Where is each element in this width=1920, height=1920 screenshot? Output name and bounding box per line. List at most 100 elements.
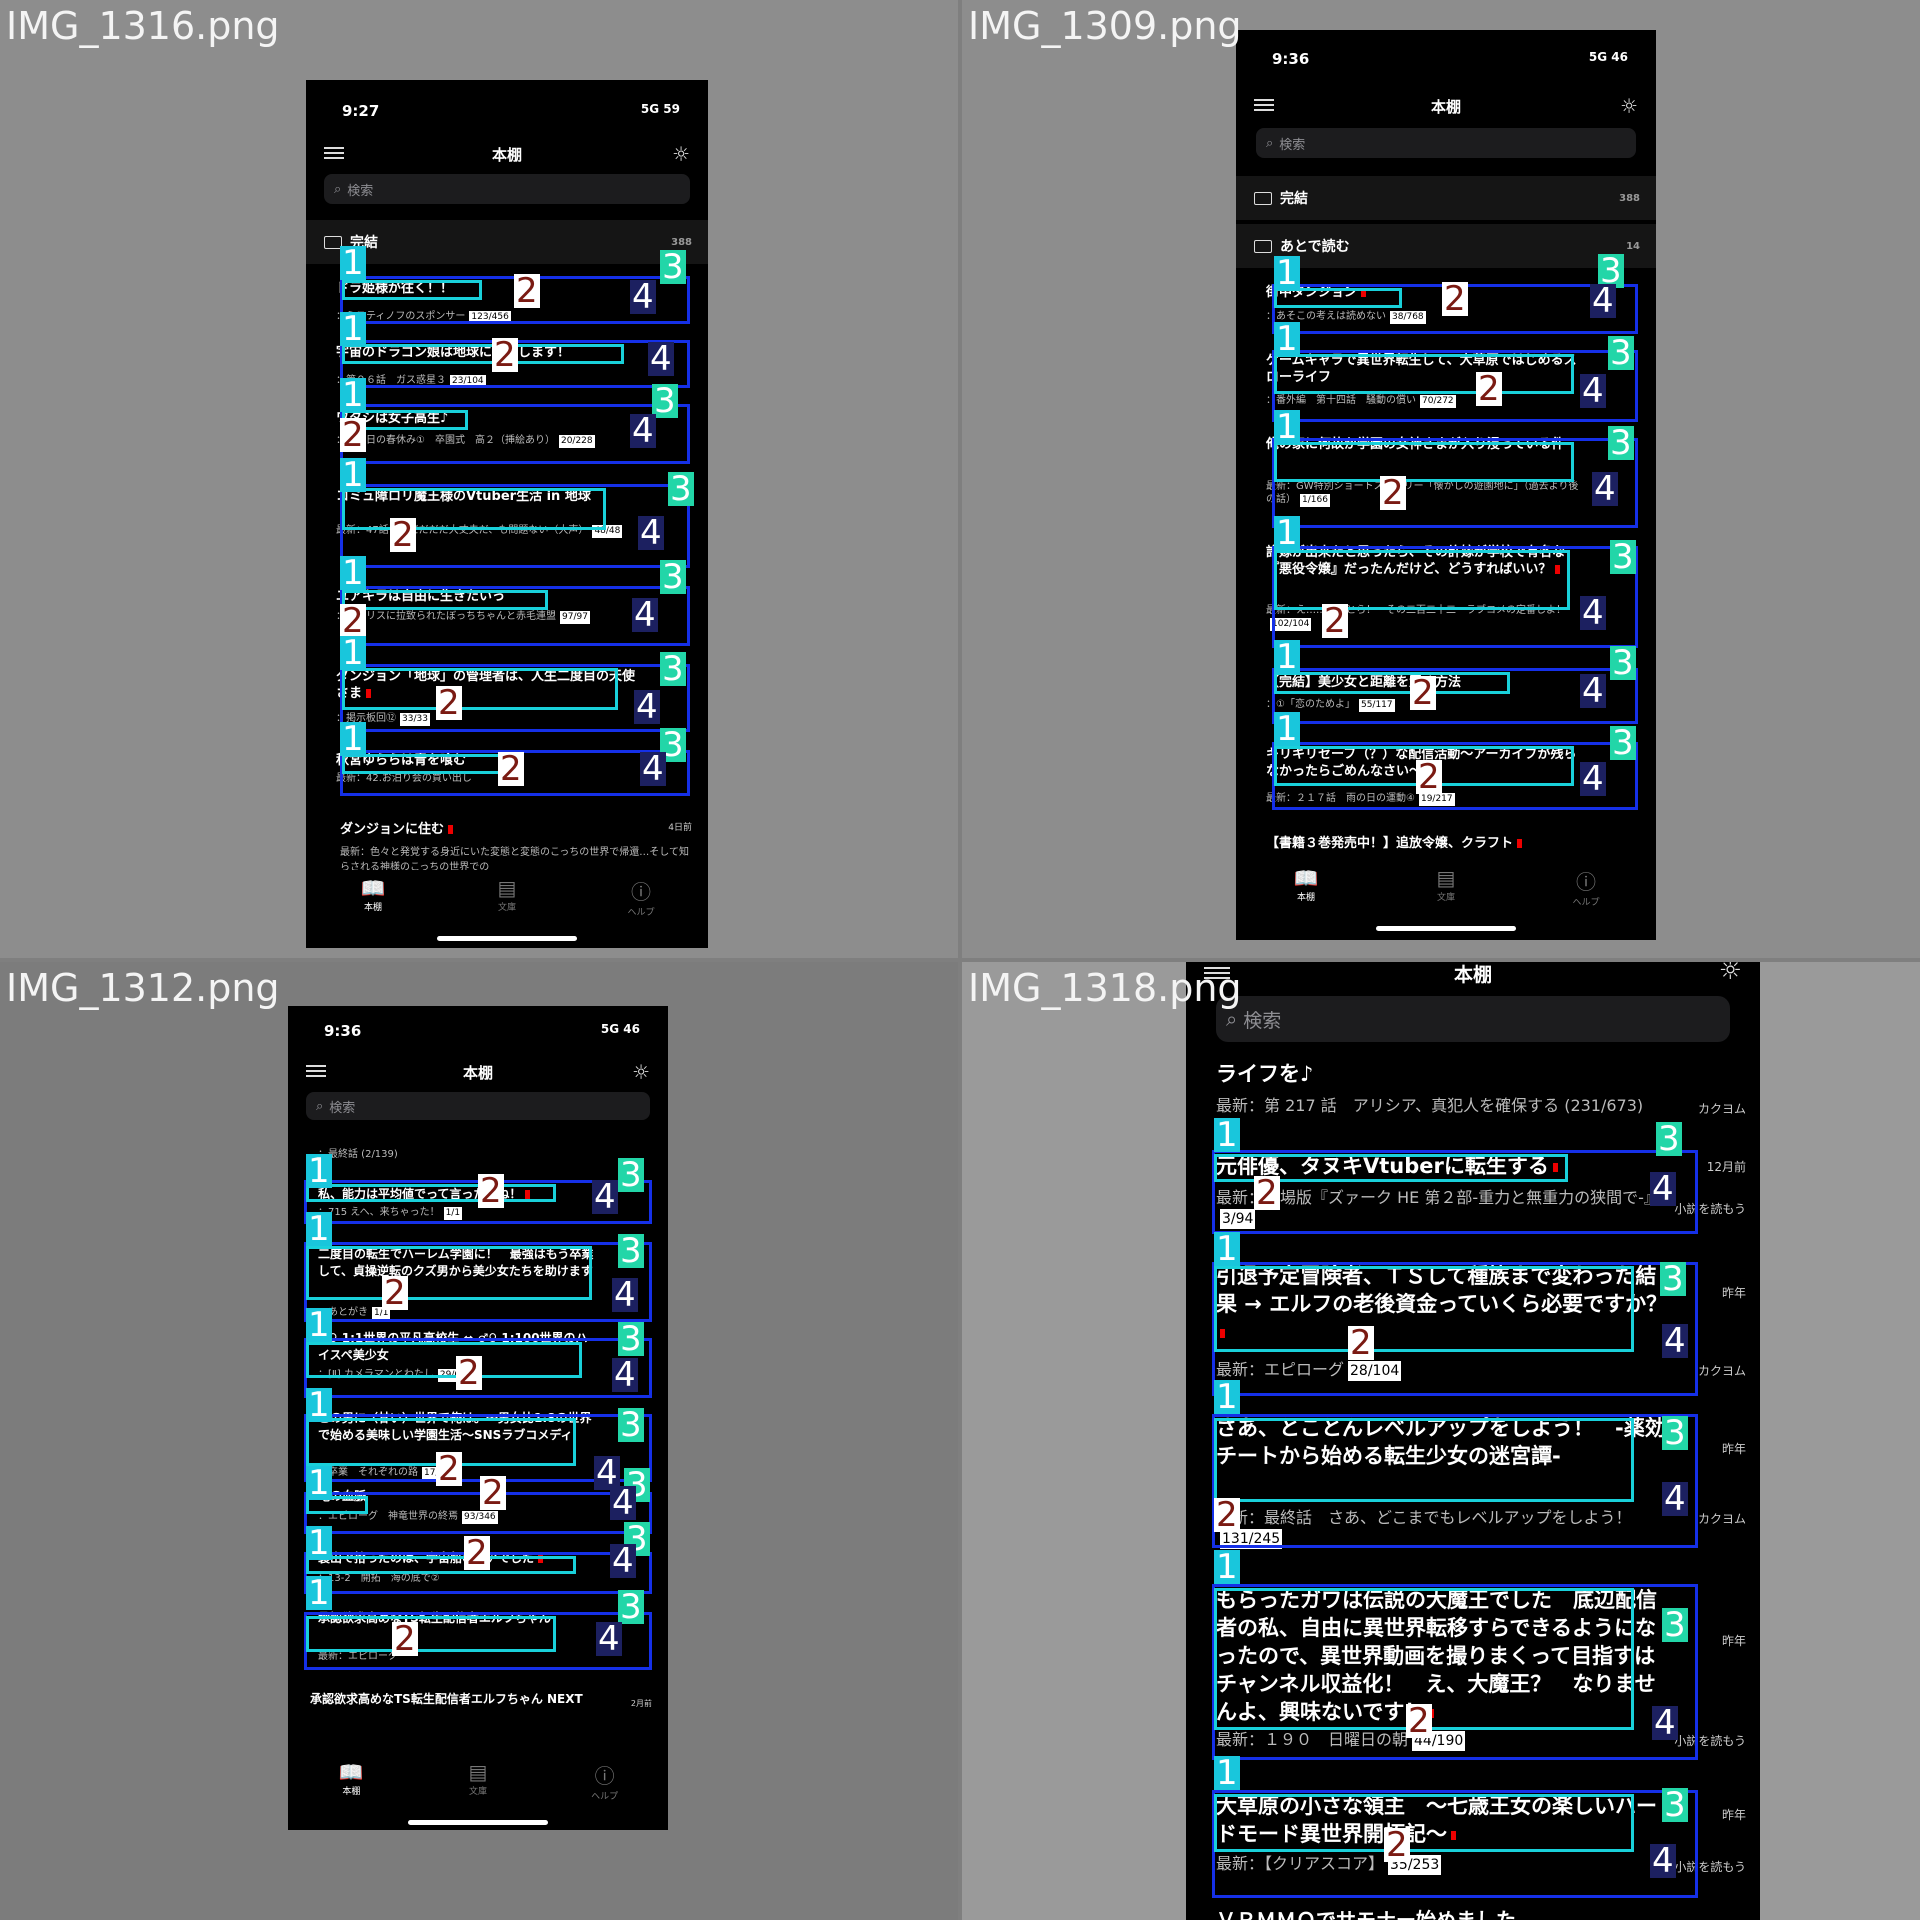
nav-bar: 本棚 ☼ [1236, 88, 1656, 128]
tab-help[interactable]: ⓘ ヘルプ [1556, 860, 1616, 920]
home-indicator [437, 936, 577, 941]
folder-icon [1254, 191, 1272, 205]
search-placeholder: 検索 [329, 1100, 356, 1116]
bookmark-flag [1220, 1328, 1225, 1338]
brightness-icon[interactable]: ☼ [1719, 962, 1742, 986]
label-3: 3 [618, 1155, 644, 1195]
screenshot-panel-2: IMG_1309.png 9:36 5G 46 本棚 ☼ ⌕ 検索 完結 388… [962, 0, 1920, 958]
label-4: 4 [1662, 1321, 1688, 1361]
home-indicator [1376, 926, 1516, 931]
label-3: 3 [1662, 1605, 1688, 1645]
bookmark-flag [1555, 565, 1561, 574]
novel-title: ユアキラは自由に生きたいっ [336, 589, 506, 604]
nav-bar: 本棚 ☼ [306, 136, 708, 176]
bookmark-flag [1552, 1162, 1558, 1172]
label-2: 2 [1380, 473, 1406, 513]
tab-help[interactable]: ⓘ ヘルプ [611, 870, 671, 930]
tab-bookshelf[interactable]: 📖 本棚 [343, 870, 403, 930]
site-name: カクヨム [1697, 1364, 1746, 1378]
tab-library[interactable]: ▤ 文庫 [448, 1754, 508, 1814]
brightness-icon[interactable]: ☼ [672, 142, 690, 166]
novel-title: 街中ダンジョン [1266, 284, 1586, 301]
status-time: 9:27 [342, 102, 380, 120]
bookmark-flag [1361, 288, 1367, 297]
search-input[interactable]: ⌕ 検索 [1216, 996, 1730, 1042]
label-3: 3 [1608, 423, 1634, 463]
label-2: 2 [480, 1473, 506, 1513]
label-4: 4 [1650, 1169, 1676, 1209]
label-2: 2 [514, 271, 540, 311]
novel-latest: 最新：最終話 さあ、どこまでもレベルアップをしよう！131/245 [1216, 1508, 1632, 1549]
status-signal: 5G 46 [1588, 50, 1628, 64]
label-3: 3 [660, 649, 686, 689]
info-icon: ⓘ [594, 1764, 615, 1788]
progress-badge: 70/272 [1420, 395, 1456, 408]
label-2: 2 [1416, 757, 1442, 797]
label-1: 1 [340, 375, 366, 415]
label-4: 4 [632, 595, 658, 635]
bookmark-flag [538, 1554, 544, 1563]
novel-title: 竜の血脈 [318, 1489, 367, 1503]
label-3: 3 [660, 557, 686, 597]
label-2: 2 [382, 1273, 408, 1313]
progress-badge: 38/768 [1390, 311, 1426, 324]
bookmark-flag [1451, 1830, 1456, 1840]
label-4: 4 [640, 749, 666, 789]
screenshot-panel-3: IMG_1312.png 9:36 5G 46 本棚 ☼ ⌕ 検索 ：最終話 (… [0, 962, 958, 1920]
tab-bookshelf[interactable]: 📖 本棚 [1276, 860, 1336, 920]
status-bar: 9:27 5G 59 [306, 88, 708, 128]
novel-latest: ：715 えへ、来ちゃった！ 1/1 [318, 1207, 463, 1220]
status-bar: 9:36 5G 46 [288, 1008, 668, 1048]
brightness-icon[interactable]: ☼ [632, 1060, 650, 1084]
label-1: 1 [1274, 319, 1300, 359]
brightness-icon[interactable]: ☼ [1620, 94, 1638, 118]
search-input[interactable]: ⌕ 検索 [324, 174, 690, 204]
info-icon: ⓘ [1576, 870, 1596, 894]
folder-count: 14 [1626, 240, 1640, 252]
list-item[interactable]: ダンジョンに住む 4日前 最新：色々と発覚する身近にいた変態と変態のこっちの世界… [340, 818, 692, 873]
tab-bookshelf[interactable]: 📖 本棚 [321, 1754, 381, 1814]
label-4: 4 [648, 339, 674, 379]
label-3: 3 [1660, 1259, 1686, 1299]
label-1: 1 [340, 455, 366, 495]
folder-complete[interactable]: 完結 388 [306, 220, 708, 264]
label-1: 1 [306, 1305, 332, 1345]
updated-date: 昨年 [1721, 1634, 1746, 1648]
novel-title: ライフを♪ [1216, 1062, 1314, 1086]
novel-latest: ：あそこの考えは読めない 38/768 [1266, 311, 1426, 324]
book-icon: 📖 [1293, 866, 1319, 890]
search-input[interactable]: ⌕ 検索 [306, 1092, 650, 1120]
label-4: 4 [1652, 1703, 1678, 1743]
progress-badge: 23/104 [450, 375, 486, 388]
label-4: 4 [596, 1619, 622, 1659]
novel-title: 承認欲求高めなTS転生配信者エルフちゃん NEXT [310, 1692, 583, 1706]
label-2: 2 [492, 335, 518, 375]
tab-library[interactable]: ▤ 文庫 [1416, 860, 1476, 920]
folder-complete[interactable]: 完結 388 [1236, 176, 1656, 220]
label-2: 2 [392, 1619, 418, 1659]
updated-date: 昨年 [1721, 1286, 1746, 1300]
list-item[interactable]: ＶＲＭＭＯでサモナー始めました [1216, 1904, 1744, 1920]
label-2: 2 [1442, 279, 1468, 319]
progress-badge: 102/104 [1270, 618, 1312, 631]
novel-latest: 最新：【クリアスコア】 35/253 [1216, 1854, 1442, 1875]
novel-title: 秋宮ゆららは青を喰む [336, 753, 467, 768]
list-item[interactable]: 二度目の転生でハーレム学園に！ 最強はもう卒業して、貞操逆転のクズ男から美少女た… [288, 1242, 668, 1320]
novel-title: 宇宙のドラゴン娘は地球に配信します！ [336, 345, 571, 360]
novel-latest: 最新：42.お泊り会の買い出し [336, 773, 472, 784]
search-placeholder: 検索 [347, 183, 374, 199]
novel-latest: 最新：第 217 話 アリシア、真犯人を確保する (231/673) [1216, 1096, 1644, 1115]
label-1: 1 [1214, 1547, 1240, 1587]
tab-library[interactable]: ▤ 文庫 [477, 870, 537, 930]
label-4: 4 [610, 1541, 636, 1581]
label-4: 4 [1650, 1841, 1676, 1881]
list-item[interactable]: 【書籍３巻発売中！】追放令嬢、クラフト [1266, 832, 1640, 851]
page-title: 本棚 [1430, 98, 1461, 116]
progress-badge: 20/228 [558, 435, 595, 448]
label-1: 1 [340, 633, 366, 673]
list-item[interactable]: 承認欲求高めなTS転生配信者エルフちゃん NEXT 2月前 [310, 1690, 652, 1708]
tab-help[interactable]: ⓘ ヘルプ [575, 1754, 635, 1814]
search-input[interactable]: ⌕ 検索 [1256, 128, 1636, 158]
nav-bar: 本棚 ☼ [288, 1054, 668, 1094]
novel-title: 承認欲求高めなTS転生配信者エルフちゃん [318, 1611, 551, 1625]
